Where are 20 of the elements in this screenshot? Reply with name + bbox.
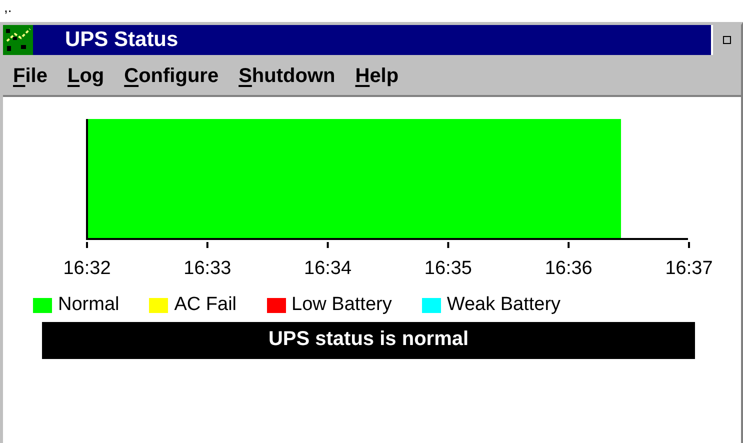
- legend-label: Weak Battery: [446, 294, 561, 316]
- legend-label: Normal: [58, 294, 120, 316]
- status-message: UPS status is normal: [42, 322, 695, 359]
- menu-item[interactable]: File: [7, 64, 62, 88]
- menu-item[interactable]: Log: [61, 64, 118, 88]
- menu-item[interactable]: Shutdown: [232, 64, 350, 88]
- window-title: UPS Status: [65, 28, 180, 52]
- menu-item[interactable]: Help: [349, 64, 413, 88]
- menu-item[interactable]: Configure: [118, 64, 233, 88]
- tick-label: 16:37: [665, 258, 713, 279]
- app-icon: [3, 25, 33, 55]
- tick-label: 16:33: [184, 258, 232, 279]
- tick-label: 16:34: [304, 258, 352, 279]
- legend-label: Low Battery: [292, 294, 392, 316]
- legend-label: AC Fail: [174, 294, 237, 316]
- window-button[interactable]: [711, 25, 741, 55]
- tick-label: 16:32: [63, 258, 111, 279]
- tick-label: 16:36: [544, 258, 592, 279]
- stray-text: ,.: [3, 0, 13, 17]
- tick-label: 16:35: [424, 258, 472, 279]
